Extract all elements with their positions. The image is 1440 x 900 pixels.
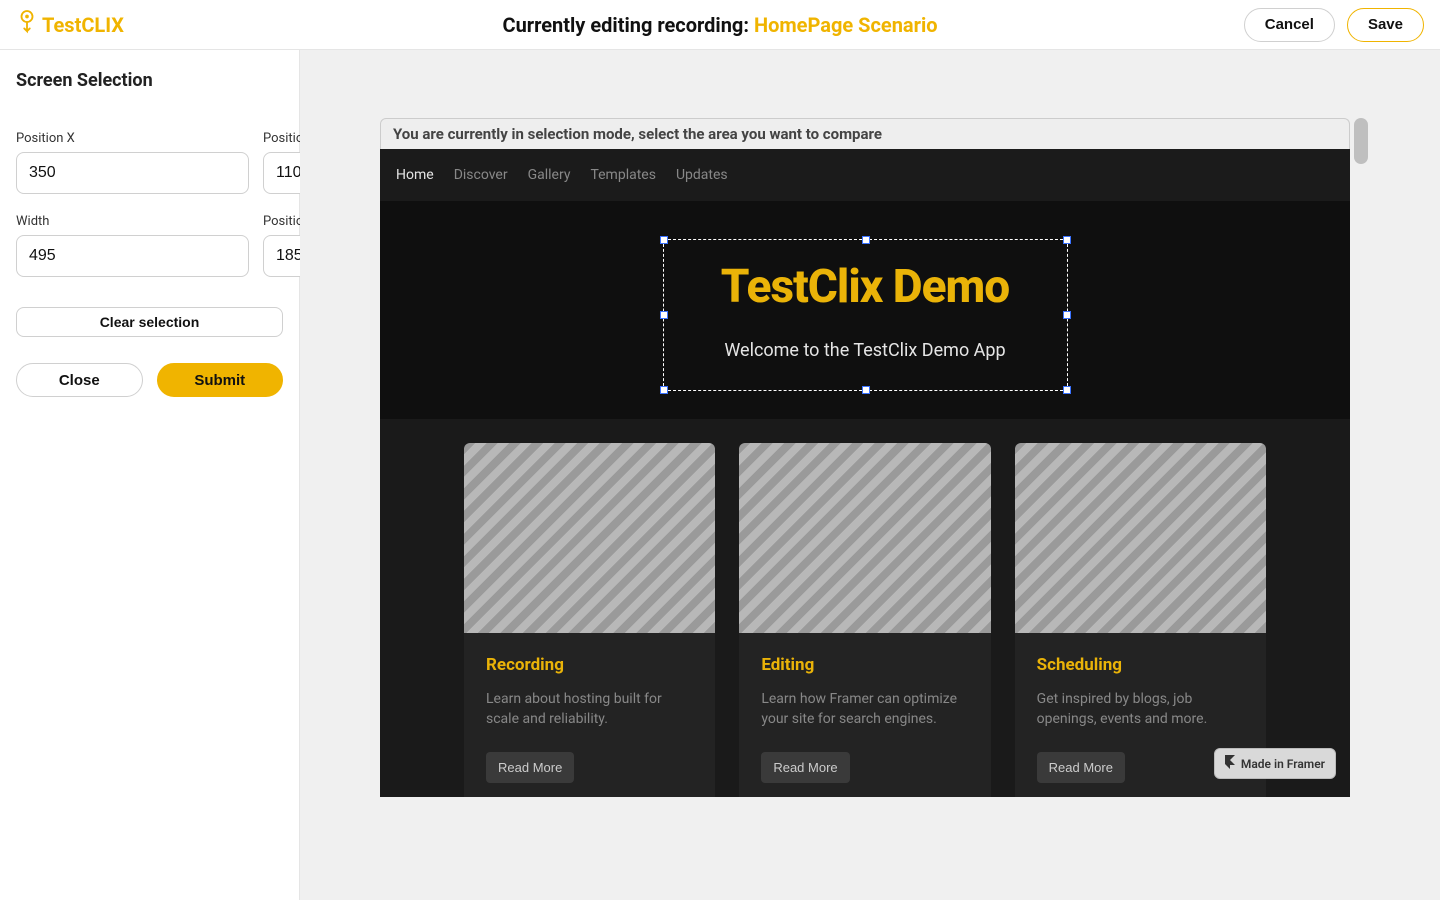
pos-x-input[interactable] <box>16 152 249 194</box>
card-title: Recording <box>486 655 693 675</box>
main-area: Screen Selection Position X Position Y W… <box>0 50 1440 900</box>
submit-button[interactable]: Submit <box>157 363 284 397</box>
page-title-prefix: Currently editing recording: <box>502 13 753 37</box>
read-more-button[interactable]: Read More <box>761 752 849 783</box>
framer-icon <box>1225 755 1235 772</box>
made-in-framer-badge[interactable]: Made in Framer <box>1214 748 1336 779</box>
brand-logo: TestCLIX <box>16 9 124 40</box>
preview-nav-templates[interactable]: Templates <box>590 167 656 183</box>
width-label: Width <box>16 214 249 229</box>
save-button[interactable]: Save <box>1347 8 1424 42</box>
page-title-recording: HomePage Scenario <box>754 13 938 37</box>
card-title: Editing <box>761 655 968 675</box>
read-more-button[interactable]: Read More <box>1037 752 1125 783</box>
canvas-area: You are currently in selection mode, sel… <box>300 50 1440 900</box>
preview-card-scheduling: Scheduling Get inspired by blogs, job op… <box>1015 443 1266 797</box>
preview-nav-gallery[interactable]: Gallery <box>528 167 571 183</box>
preview-nav-home[interactable]: Home <box>396 167 434 183</box>
card-text: Learn about hosting built for scale and … <box>486 689 693 730</box>
close-button[interactable]: Close <box>16 363 143 397</box>
placeholder-image <box>464 443 715 633</box>
preview-nav: Home Discover Gallery Templates Updates <box>380 149 1350 201</box>
cursor-icon <box>16 9 38 40</box>
sidebar: Screen Selection Position X Position Y W… <box>0 50 300 900</box>
placeholder-image <box>1015 443 1266 633</box>
preview-hero-subtitle: Welcome to the TestClix Demo App <box>724 340 1005 361</box>
preview-nav-updates[interactable]: Updates <box>676 167 728 183</box>
preview-scrollbar[interactable] <box>1354 118 1368 797</box>
preview-nav-discover[interactable]: Discover <box>454 167 508 183</box>
placeholder-image <box>739 443 990 633</box>
preview-frame[interactable]: Home Discover Gallery Templates Updates … <box>380 149 1350 797</box>
pos-x-label: Position X <box>16 131 249 146</box>
card-title: Scheduling <box>1037 655 1244 675</box>
framer-badge-text: Made in Framer <box>1241 757 1325 771</box>
width-input[interactable] <box>16 235 249 277</box>
brand-name: TestCLIX <box>42 13 124 37</box>
topbar-actions: Cancel Save <box>1244 8 1424 42</box>
preview-card-recording: Recording Learn about hosting built for … <box>464 443 715 797</box>
cancel-button[interactable]: Cancel <box>1244 8 1335 42</box>
read-more-button[interactable]: Read More <box>486 752 574 783</box>
preview-cards: Recording Learn about hosting built for … <box>380 419 1350 797</box>
clear-selection-button[interactable]: Clear selection <box>16 307 283 337</box>
top-bar: TestCLIX Currently editing recording: Ho… <box>0 0 1440 50</box>
preview-wrapper: You are currently in selection mode, sel… <box>380 118 1350 797</box>
card-text: Get inspired by blogs, job openings, eve… <box>1037 689 1244 730</box>
card-text: Learn how Framer can optimize your site … <box>761 689 968 730</box>
sidebar-title: Screen Selection <box>16 70 283 91</box>
preview-hero: TestClix Demo Welcome to the TestClix De… <box>380 201 1350 419</box>
page-title: Currently editing recording: HomePage Sc… <box>502 13 937 37</box>
preview-card-editing: Editing Learn how Framer can optimize yo… <box>739 443 990 797</box>
selection-mode-bar: You are currently in selection mode, sel… <box>380 118 1350 149</box>
preview-hero-title: TestClix Demo <box>721 260 1009 314</box>
preview-scrollbar-thumb[interactable] <box>1354 118 1368 164</box>
